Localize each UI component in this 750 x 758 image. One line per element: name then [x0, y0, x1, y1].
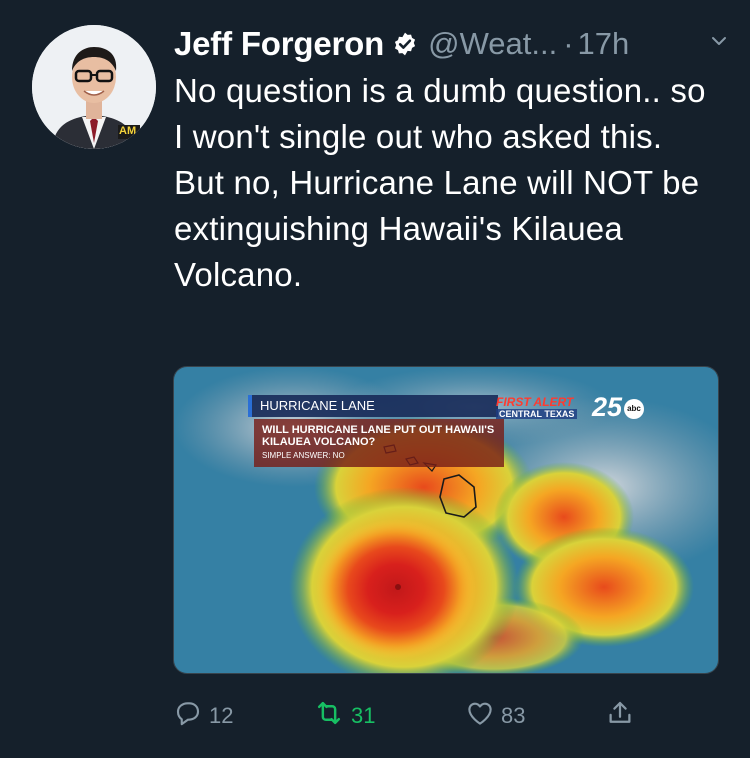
- brand-alert: FIRST ALERT: [496, 395, 574, 409]
- avatar[interactable]: AM: [32, 25, 156, 149]
- tweet-media-image[interactable]: HURRICANE LANE WILL HURRICANE LANE PUT O…: [173, 366, 719, 674]
- tweet[interactable]: AM Jeff Forgeron @Weat... · 17h No quest…: [0, 0, 750, 758]
- retweet-count: 31: [351, 703, 376, 728]
- overlay-question-box: WILL HURRICANE LANE PUT OUT HAWAII'S KIL…: [254, 419, 504, 467]
- time-separator: ·: [563, 26, 574, 61]
- retweet-icon: [313, 698, 345, 734]
- verified-badge-icon: [392, 31, 418, 57]
- avatar-badge-text: AM: [119, 125, 137, 137]
- tweet-text: No question is a dumb question.. so I wo…: [174, 72, 706, 293]
- overlay-title: HURRICANE LANE: [248, 395, 498, 417]
- like-count: 83: [501, 703, 526, 728]
- brand-network: abc: [624, 399, 644, 419]
- heart-icon: [465, 698, 495, 734]
- avatar-photo: [32, 25, 156, 149]
- chevron-down-icon[interactable]: [708, 30, 730, 57]
- reply-button[interactable]: 12: [173, 696, 233, 736]
- tweet-timestamp[interactable]: 17h: [578, 26, 630, 62]
- share-icon: [605, 698, 635, 734]
- retweet-button[interactable]: 31: [313, 696, 375, 736]
- like-button[interactable]: 83: [465, 696, 525, 736]
- tweet-header: Jeff Forgeron @Weat... · 17h: [174, 20, 730, 68]
- overlay-question: WILL HURRICANE LANE PUT OUT HAWAII'S KIL…: [262, 424, 495, 448]
- tweet-actions: 12 31 83: [173, 696, 653, 736]
- overlay-answer: SIMPLE ANSWER: NO: [262, 451, 345, 460]
- reply-icon: [173, 698, 203, 734]
- author-handle[interactable]: @Weat...: [428, 26, 557, 62]
- station-logo: FIRST ALERT CENTRAL TEXAS 25 abc: [496, 392, 646, 425]
- brand-sub: CENTRAL TEXAS: [496, 409, 578, 419]
- share-button[interactable]: [605, 696, 635, 736]
- reply-count: 12: [209, 703, 234, 728]
- author-name[interactable]: Jeff Forgeron: [174, 25, 384, 63]
- brand-number: 25: [592, 392, 623, 422]
